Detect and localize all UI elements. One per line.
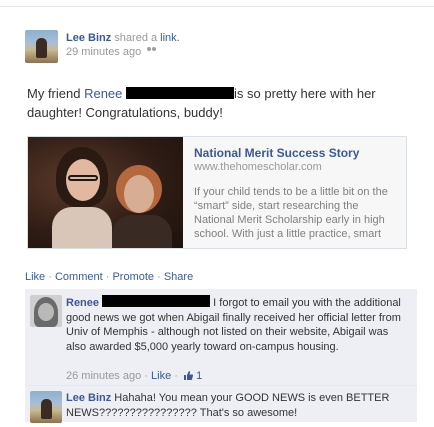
shared-link[interactable]: link. — [160, 32, 180, 44]
comment-action[interactable]: Comment — [55, 271, 103, 283]
comments-section: Renee I forgot to email you with the add… — [25, 289, 417, 423]
comment-like-link[interactable]: Like — [151, 370, 171, 382]
redaction-bar — [126, 87, 235, 99]
comment-author[interactable]: Renee — [66, 297, 99, 309]
link-preview[interactable]: National Merit Success Story www.thehome… — [27, 136, 407, 249]
author-avatar[interactable] — [25, 30, 58, 63]
share-action[interactable]: Share — [164, 271, 193, 283]
commenter-avatar[interactable] — [30, 295, 62, 327]
link-title[interactable]: National Merit Success Story — [194, 146, 359, 160]
status-message: My friend Renee is so pretty here with h… — [27, 86, 376, 120]
author-name[interactable]: Lee Binz — [66, 32, 111, 44]
story-header: Lee Binz shared a link. — [66, 32, 180, 44]
link-thumbnail[interactable] — [28, 137, 183, 248]
comment-timestamp[interactable]: 26 minutes ago — [66, 370, 141, 382]
comment-like-count[interactable]: 1 — [196, 370, 202, 382]
comment-item: Lee Binz Hahaha! You mean your GOOD NEWS… — [25, 387, 417, 427]
story-actions: Like · Comment · Promote · Share — [25, 271, 194, 283]
comment-text: Renee I forgot to email you with the add… — [66, 295, 401, 353]
redaction-bar — [102, 295, 211, 307]
like-action[interactable]: Like — [25, 271, 45, 283]
promote-action[interactable]: Promote — [112, 271, 154, 283]
friends-icon[interactable] — [147, 47, 157, 56]
story-timestamp[interactable]: 29 minutes ago — [66, 46, 141, 58]
commenter-avatar[interactable] — [30, 391, 62, 423]
story-meta: 29 minutes ago — [66, 46, 157, 58]
link-url: www.thehomescholar.com — [194, 161, 322, 173]
thumbs-up-icon[interactable] — [184, 371, 193, 380]
comment-author[interactable]: Lee Binz — [66, 392, 111, 404]
comment-meta: 26 minutes ago · Like · 1 — [66, 370, 203, 382]
link-description: If your child tends to be a little bit o… — [194, 186, 388, 240]
comment-text: Lee Binz Hahaha! You mean your GOOD NEWS… — [66, 392, 390, 419]
comment-item: Renee I forgot to email you with the add… — [25, 289, 417, 386]
shared-label: shared a link. — [114, 32, 180, 44]
tagged-friend[interactable]: Renee — [84, 86, 122, 101]
feed-story: Lee Binz shared a link. 29 minutes ago M… — [0, 0, 434, 423]
top-divider — [0, 0, 434, 7]
